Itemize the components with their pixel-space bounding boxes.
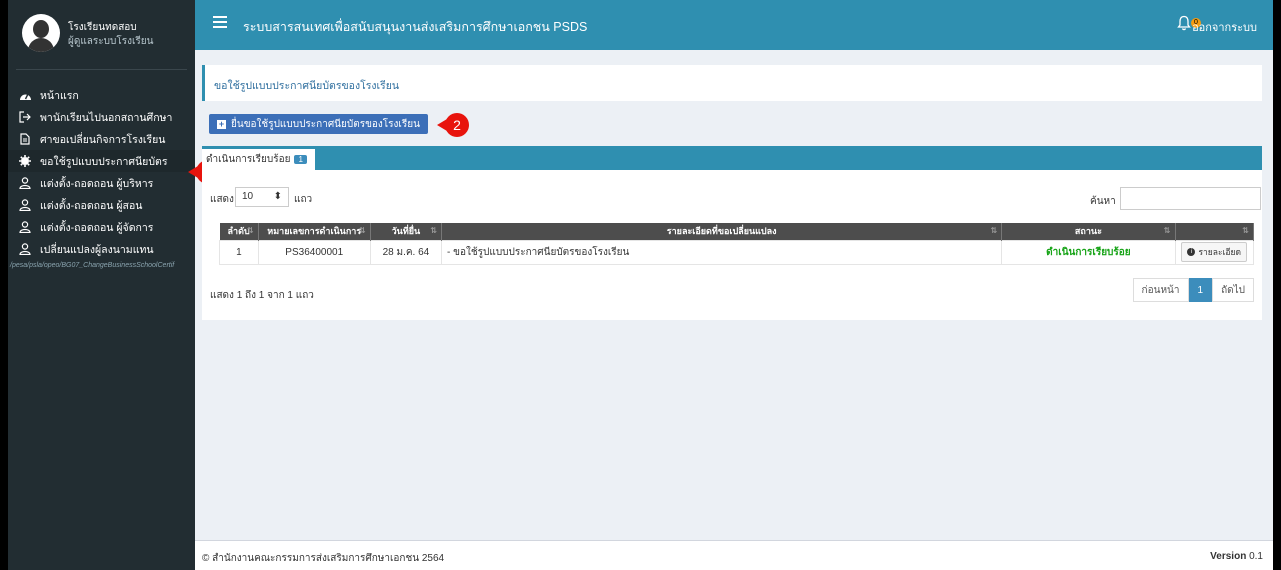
user-icon (18, 220, 32, 234)
tab-count-badge: 1 (294, 155, 307, 164)
page-size-value: 10 (242, 191, 254, 202)
sidebar-item-teacher[interactable]: แต่งตั้ง-ถอดถอน ผู้สอน (8, 194, 195, 216)
version-label: Version (1210, 551, 1247, 562)
page-1-button[interactable]: 1 (1188, 278, 1213, 302)
page-title-box: ขอใช้รูปแบบประกาศนียบัตรของโรงเรียน (202, 65, 1262, 101)
sidebar-item-label: ศาขอเปลี่ยนกิจการโรงเรียน (40, 133, 166, 146)
col-action[interactable]: ⇅ (1175, 223, 1254, 240)
cell-code: PS36400001 (257, 239, 371, 265)
sidebar-item-signatory[interactable]: เปลี่ยนแปลงผู้ลงนามแทน (8, 238, 195, 260)
callout-2: 2 (437, 113, 469, 137)
user-name: โรงเรียนทดสอบ (68, 22, 137, 33)
next-page-button[interactable]: ถัดไป (1212, 278, 1254, 302)
document-icon (18, 132, 32, 146)
sidebar-item-home[interactable]: หน้าแรก (8, 84, 195, 106)
avatar (22, 14, 60, 52)
prev-page-button[interactable]: ก่อนหน้า (1132, 278, 1189, 302)
cell-no: 1 (219, 239, 259, 265)
col-code[interactable]: หมายเลขการดำเนินการ ⇅ (258, 223, 371, 240)
menu-toggle-icon[interactable] (213, 16, 227, 28)
user-icon (18, 176, 32, 190)
add-button-label: ยื่นขอใช้รูปแบบประกาศนียบัตรของโรงเรียน (231, 118, 420, 130)
user-icon (18, 198, 32, 212)
sidebar-item-business-change[interactable]: ศาขอเปลี่ยนกิจการโรงเรียน (8, 128, 195, 150)
tab-completed[interactable]: ดำเนินการเรียบร้อย 1 (202, 149, 315, 170)
show-label: แสดง (210, 194, 234, 205)
sidebar-item-label: พานักเรียนไปนอกสถานศึกษา (40, 111, 173, 124)
sidebar-item-label: แต่งตั้ง-ถอดถอน ผู้สอน (40, 199, 143, 212)
status-badge: ดำเนินการเรียบร้อย (1001, 239, 1176, 265)
cell-detail: - ขอใช้รูปแบบประกาศนียบัตรของโรงเรียน (441, 239, 1003, 265)
requests-table: ลำดับ ⇅ หมายเลขการดำเนินการ ⇅ วันที่ยื่น ⇅ … (219, 223, 1254, 265)
table-row: 1 PS36400001 28 ม.ค. 64 - ขอใช้รูปแบบประ… (219, 239, 1254, 265)
add-certificate-request-button[interactable]: + ยื่นขอใช้รูปแบบประกาศนียบัตรของโรงเรีย… (209, 114, 428, 134)
copyright: © สำนักงานคณะกรรมการส่งเสริมการศึกษาเอกช… (202, 553, 445, 564)
search-input[interactable] (1120, 187, 1261, 210)
table-header-row: ลำดับ ⇅ หมายเลขการดำเนินการ ⇅ วันที่ยื่น ⇅ … (219, 223, 1254, 240)
dashboard-icon (18, 88, 32, 102)
plus-icon: + (217, 118, 226, 129)
page-title: ขอใช้รูปแบบประกาศนียบัตรของโรงเรียน (214, 80, 400, 92)
main-content: ขอใช้รูปแบบประกาศนียบัตรของโรงเรียน + ยื… (195, 50, 1273, 540)
sidebar-item-executive[interactable]: แต่งตั้ง-ถอดถอน ผู้บริหาร (8, 172, 195, 194)
col-status[interactable]: สถานะ ⇅ (1001, 223, 1176, 240)
app-title: ระบบสารสนเทศเพื่อสนับสนุนงานส่งเสริมการศ… (243, 20, 588, 34)
sidebar-item-label: ขอใช้รูปแบบประกาศนียบัตร (40, 155, 168, 168)
user-panel: โรงเรียนทดสอบ ผู้ดูแลระบบโรงเรียน (16, 0, 187, 70)
cell-action: i รายละเอียด (1174, 239, 1254, 265)
col-detail[interactable]: รายละเอียดที่ขอเปลี่ยนแปลง ⇅ (441, 223, 1003, 240)
app-frame: โรงเรียนทดสอบ ผู้ดูแลระบบโรงเรียน หน้าแร… (8, 0, 1273, 570)
footer: © สำนักงานคณะกรรมการส่งเสริมการศึกษาเอกช… (195, 540, 1273, 570)
select-arrows-icon: ⬍ (273, 191, 282, 202)
sidebar-item-certificate[interactable]: ขอใช้รูปแบบประกาศนียบัตร (8, 150, 195, 172)
tab-bar: ดำเนินการเรียบร้อย 1 (202, 146, 1262, 170)
sidebar-item-label: แต่งตั้ง-ถอดถอน ผู้จัดการ (40, 221, 154, 234)
tab-label: ดำเนินการเรียบร้อย (206, 154, 291, 165)
version: Version 0.1 (1210, 551, 1263, 562)
top-header: ระบบสารสนเทศเพื่อสนับสนุนงานส่งเสริมการศ… (195, 0, 1273, 50)
info-icon: i (1187, 248, 1196, 256)
sign-out-icon (18, 110, 32, 124)
sidebar-item-label: แต่งตั้ง-ถอดถอน ผู้บริหาร (40, 177, 154, 190)
detail-button[interactable]: i รายละเอียด (1181, 242, 1248, 262)
gear-icon (18, 154, 32, 168)
table-info: แสดง 1 ถึง 1 จาก 1 แถว (210, 290, 314, 301)
sidebar-item-student-outing[interactable]: พานักเรียนไปนอกสถานศึกษา (8, 106, 195, 128)
sidebar-item-label: เปลี่ยนแปลงผู้ลงนามแทน (40, 243, 154, 256)
pagination: ก่อนหน้า 1 ถัดไป (1132, 278, 1254, 302)
search-label: ค้นหา (1090, 196, 1116, 207)
sidebar: โรงเรียนทดสอบ ผู้ดูแลระบบโรงเรียน หน้าแร… (8, 0, 220, 570)
sidebar-item-manager[interactable]: แต่งตั้ง-ถอดถอน ผู้จัดการ (8, 216, 195, 238)
sidebar-menu: หน้าแรก พานักเรียนไปนอกสถานศึกษา ศาขอเปล… (8, 84, 195, 260)
url-path: /pesa/psla/opeo/BG07_ChangeBusinessSchoo… (10, 262, 175, 269)
rows-label: แถว (294, 194, 313, 205)
cell-date: 28 ม.ค. 64 (369, 239, 443, 265)
detail-button-label: รายละเอียด (1198, 247, 1242, 257)
user-role: ผู้ดูแลระบบโรงเรียน (68, 36, 154, 47)
col-date[interactable]: วันที่ยื่น ⇅ (370, 223, 443, 240)
table-panel: แสดง 10 ⬍ แถว ค้นหา ลำดับ ⇅ หมายเลขการดำเ… (202, 170, 1262, 320)
page-size-select[interactable]: 10 ⬍ (235, 187, 289, 207)
version-value: 0.1 (1249, 551, 1263, 562)
col-no[interactable]: ลำดับ ⇅ (219, 223, 259, 240)
sidebar-item-label: หน้าแรก (40, 89, 79, 102)
user-icon (18, 242, 32, 256)
logout-link[interactable]: ออกจากระบบ (1192, 18, 1257, 36)
